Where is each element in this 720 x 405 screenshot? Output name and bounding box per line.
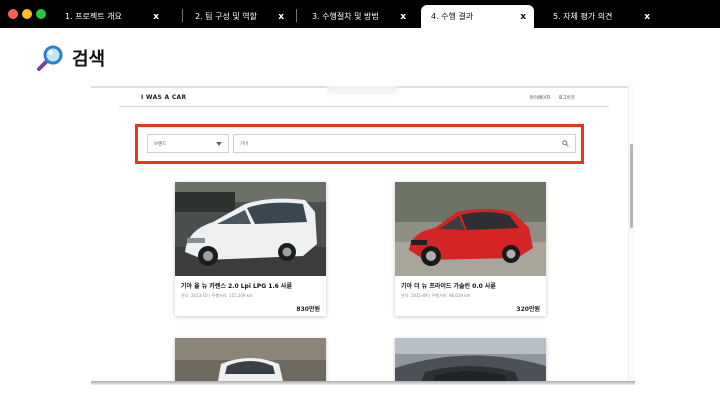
close-icon[interactable]: x <box>520 12 526 22</box>
tab-label: 1. 프로젝트 개요 <box>65 12 122 21</box>
car-photo <box>175 338 326 384</box>
tab-bar: 1. 프로젝트 개요 x 2. 팀 구성 및 역할 x 3. 수행절차 및 방법… <box>0 0 720 28</box>
search-icon[interactable] <box>562 140 569 147</box>
tab-divider <box>296 9 297 22</box>
brand-select-value: 브랜드 <box>154 141 167 147</box>
maximize-window-dot[interactable] <box>36 9 46 19</box>
tab-project-overview[interactable]: 1. 프로젝트 개요 x <box>55 5 167 28</box>
scrollbar-thumb[interactable] <box>630 144 633 228</box>
tab-label: 5. 자체 평가 의견 <box>553 12 613 21</box>
close-icon[interactable]: x <box>278 12 284 22</box>
screenshot-bottom-edge <box>91 381 635 385</box>
close-icon[interactable]: x <box>153 12 159 22</box>
chevron-down-icon <box>216 141 222 146</box>
close-icon[interactable]: x <box>400 12 406 22</box>
car-image <box>395 182 546 276</box>
car-image <box>395 338 546 384</box>
nav-mypage-link[interactable]: 마이페이지 <box>530 95 551 101</box>
brand-select[interactable]: 브랜드 <box>147 134 229 153</box>
search-input-value: 기아 <box>240 141 249 147</box>
nav-logout-link[interactable]: 로그아웃 <box>558 95 575 101</box>
tab-label: 4. 수행 결과 <box>431 12 474 21</box>
search-input[interactable]: 기아 <box>233 134 576 153</box>
section-title: 검색 <box>72 49 106 70</box>
car-meta: 연식: 2013-10 | 주행거리: 115,209 km <box>181 293 253 298</box>
search-page-screenshot: I WAS A CAR 마이페이지 로그아웃 브랜드 기아 기아 올 뉴 카렌스… <box>91 86 635 384</box>
image-artifact <box>327 86 397 94</box>
close-window-dot[interactable] <box>8 9 18 19</box>
car-image <box>175 338 326 384</box>
minimize-window-dot[interactable] <box>22 9 32 19</box>
tab-self-evaluation[interactable]: 5. 자체 평가 의견 x <box>543 5 658 28</box>
tab-label: 3. 수행절차 및 방법 <box>312 12 379 21</box>
tab-label: 2. 팀 구성 및 역할 <box>195 12 257 21</box>
car-card[interactable] <box>175 338 326 384</box>
site-logo[interactable]: I WAS A CAR <box>141 94 186 101</box>
car-card[interactable] <box>395 338 546 384</box>
car-image <box>175 182 326 276</box>
car-title: 기아 더 뉴 프라이드 가솔린 0.0 사륜 <box>401 283 496 290</box>
tab-divider <box>182 9 183 22</box>
tab-procedure[interactable]: 3. 수행절차 및 방법 x <box>302 5 414 28</box>
tab-team-roles[interactable]: 2. 팀 구성 및 역할 x <box>185 5 292 28</box>
car-photo <box>395 338 546 384</box>
site-nav: 마이페이지 로그아웃 <box>530 95 575 101</box>
window-controls <box>8 9 46 19</box>
header-divider <box>119 106 609 107</box>
car-card[interactable]: 기아 더 뉴 프라이드 가솔린 0.0 사륜 연식: 2011-09 | 주행거… <box>395 182 546 316</box>
car-price: 320만원 <box>516 306 540 313</box>
close-icon[interactable]: x <box>644 12 650 22</box>
car-photo <box>175 182 326 276</box>
car-title: 기아 올 뉴 카렌스 2.0 Lpi LPG 1.6 사륜 <box>181 283 292 290</box>
tab-results[interactable]: 4. 수행 결과 x <box>421 5 534 28</box>
car-meta: 연식: 2011-09 | 주행거리: 96,019 km <box>401 293 471 298</box>
car-card[interactable]: 기아 올 뉴 카렌스 2.0 Lpi LPG 1.6 사륜 연식: 2013-1… <box>175 182 326 316</box>
scrollbar[interactable] <box>628 86 635 384</box>
section-heading: 검색 <box>36 44 105 72</box>
car-price: 830만원 <box>296 306 320 313</box>
car-photo <box>395 182 546 276</box>
magnifier-icon <box>37 45 63 71</box>
